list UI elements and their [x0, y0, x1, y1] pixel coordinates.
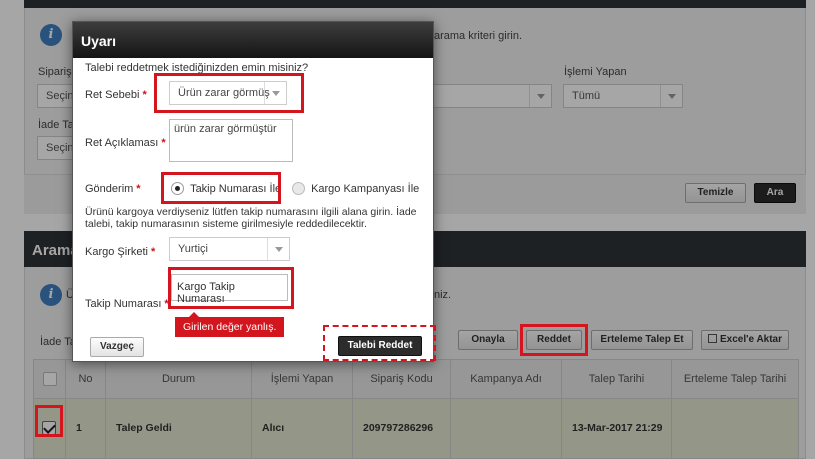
ret-aciklamasi-label-text: Ret Açıklaması	[85, 137, 159, 149]
ret-aciklamasi-textarea[interactable]: ürün zarar görmüştür	[169, 119, 293, 162]
ret-sebebi-highlight	[154, 73, 304, 113]
dialog-title: Uyarı	[73, 22, 433, 58]
gonderim-option-kargo[interactable]: Kargo Kampanyası İle	[292, 182, 419, 195]
tracking-hint: Ürünü kargoya verdiyseniz lütfen takip n…	[85, 206, 417, 230]
kargo-sirketi-select[interactable]: Yurtiçi	[169, 237, 290, 261]
required-marker: *	[150, 246, 156, 258]
ret-aciklamasi-label: Ret Açıklaması *	[85, 137, 166, 149]
talebi-reddet-highlight	[323, 325, 436, 361]
ret-sebebi-label-text: Ret Sebebi	[85, 89, 140, 101]
gonderim-option-kargo-label: Kargo Kampanyası İle	[311, 182, 420, 195]
required-marker: *	[136, 183, 141, 195]
row-checkbox-highlight	[35, 405, 63, 437]
kargo-sirketi-label: Kargo Şirketi *	[85, 246, 155, 258]
radio-unselected-icon[interactable]	[292, 182, 305, 195]
gonderim-highlight	[161, 172, 281, 204]
gonderim-label: Gönderim *	[85, 183, 141, 195]
kargo-sirketi-label-text: Kargo Şirketi	[85, 246, 148, 258]
chevron-down-icon	[267, 238, 289, 260]
vazgec-button[interactable]: Vazgeç	[90, 337, 144, 357]
reddet-highlight	[520, 324, 588, 356]
required-marker: *	[142, 89, 147, 101]
gonderim-label-text: Gönderim	[85, 183, 134, 195]
reject-dialog: Uyarı Talebi reddetmek istediğinizden em…	[72, 21, 436, 362]
takip-numarasi-highlight	[168, 267, 294, 309]
validation-error-tooltip: Girilen değer yanlış.	[175, 312, 285, 337]
required-marker: *	[161, 137, 166, 149]
ret-sebebi-label: Ret Sebebi *	[85, 89, 147, 101]
kargo-sirketi-value: Yurtiçi	[178, 243, 208, 255]
takip-numarasi-label: Takip Numarası *	[85, 298, 169, 310]
takip-numarasi-label-text: Takip Numarası	[85, 298, 162, 310]
